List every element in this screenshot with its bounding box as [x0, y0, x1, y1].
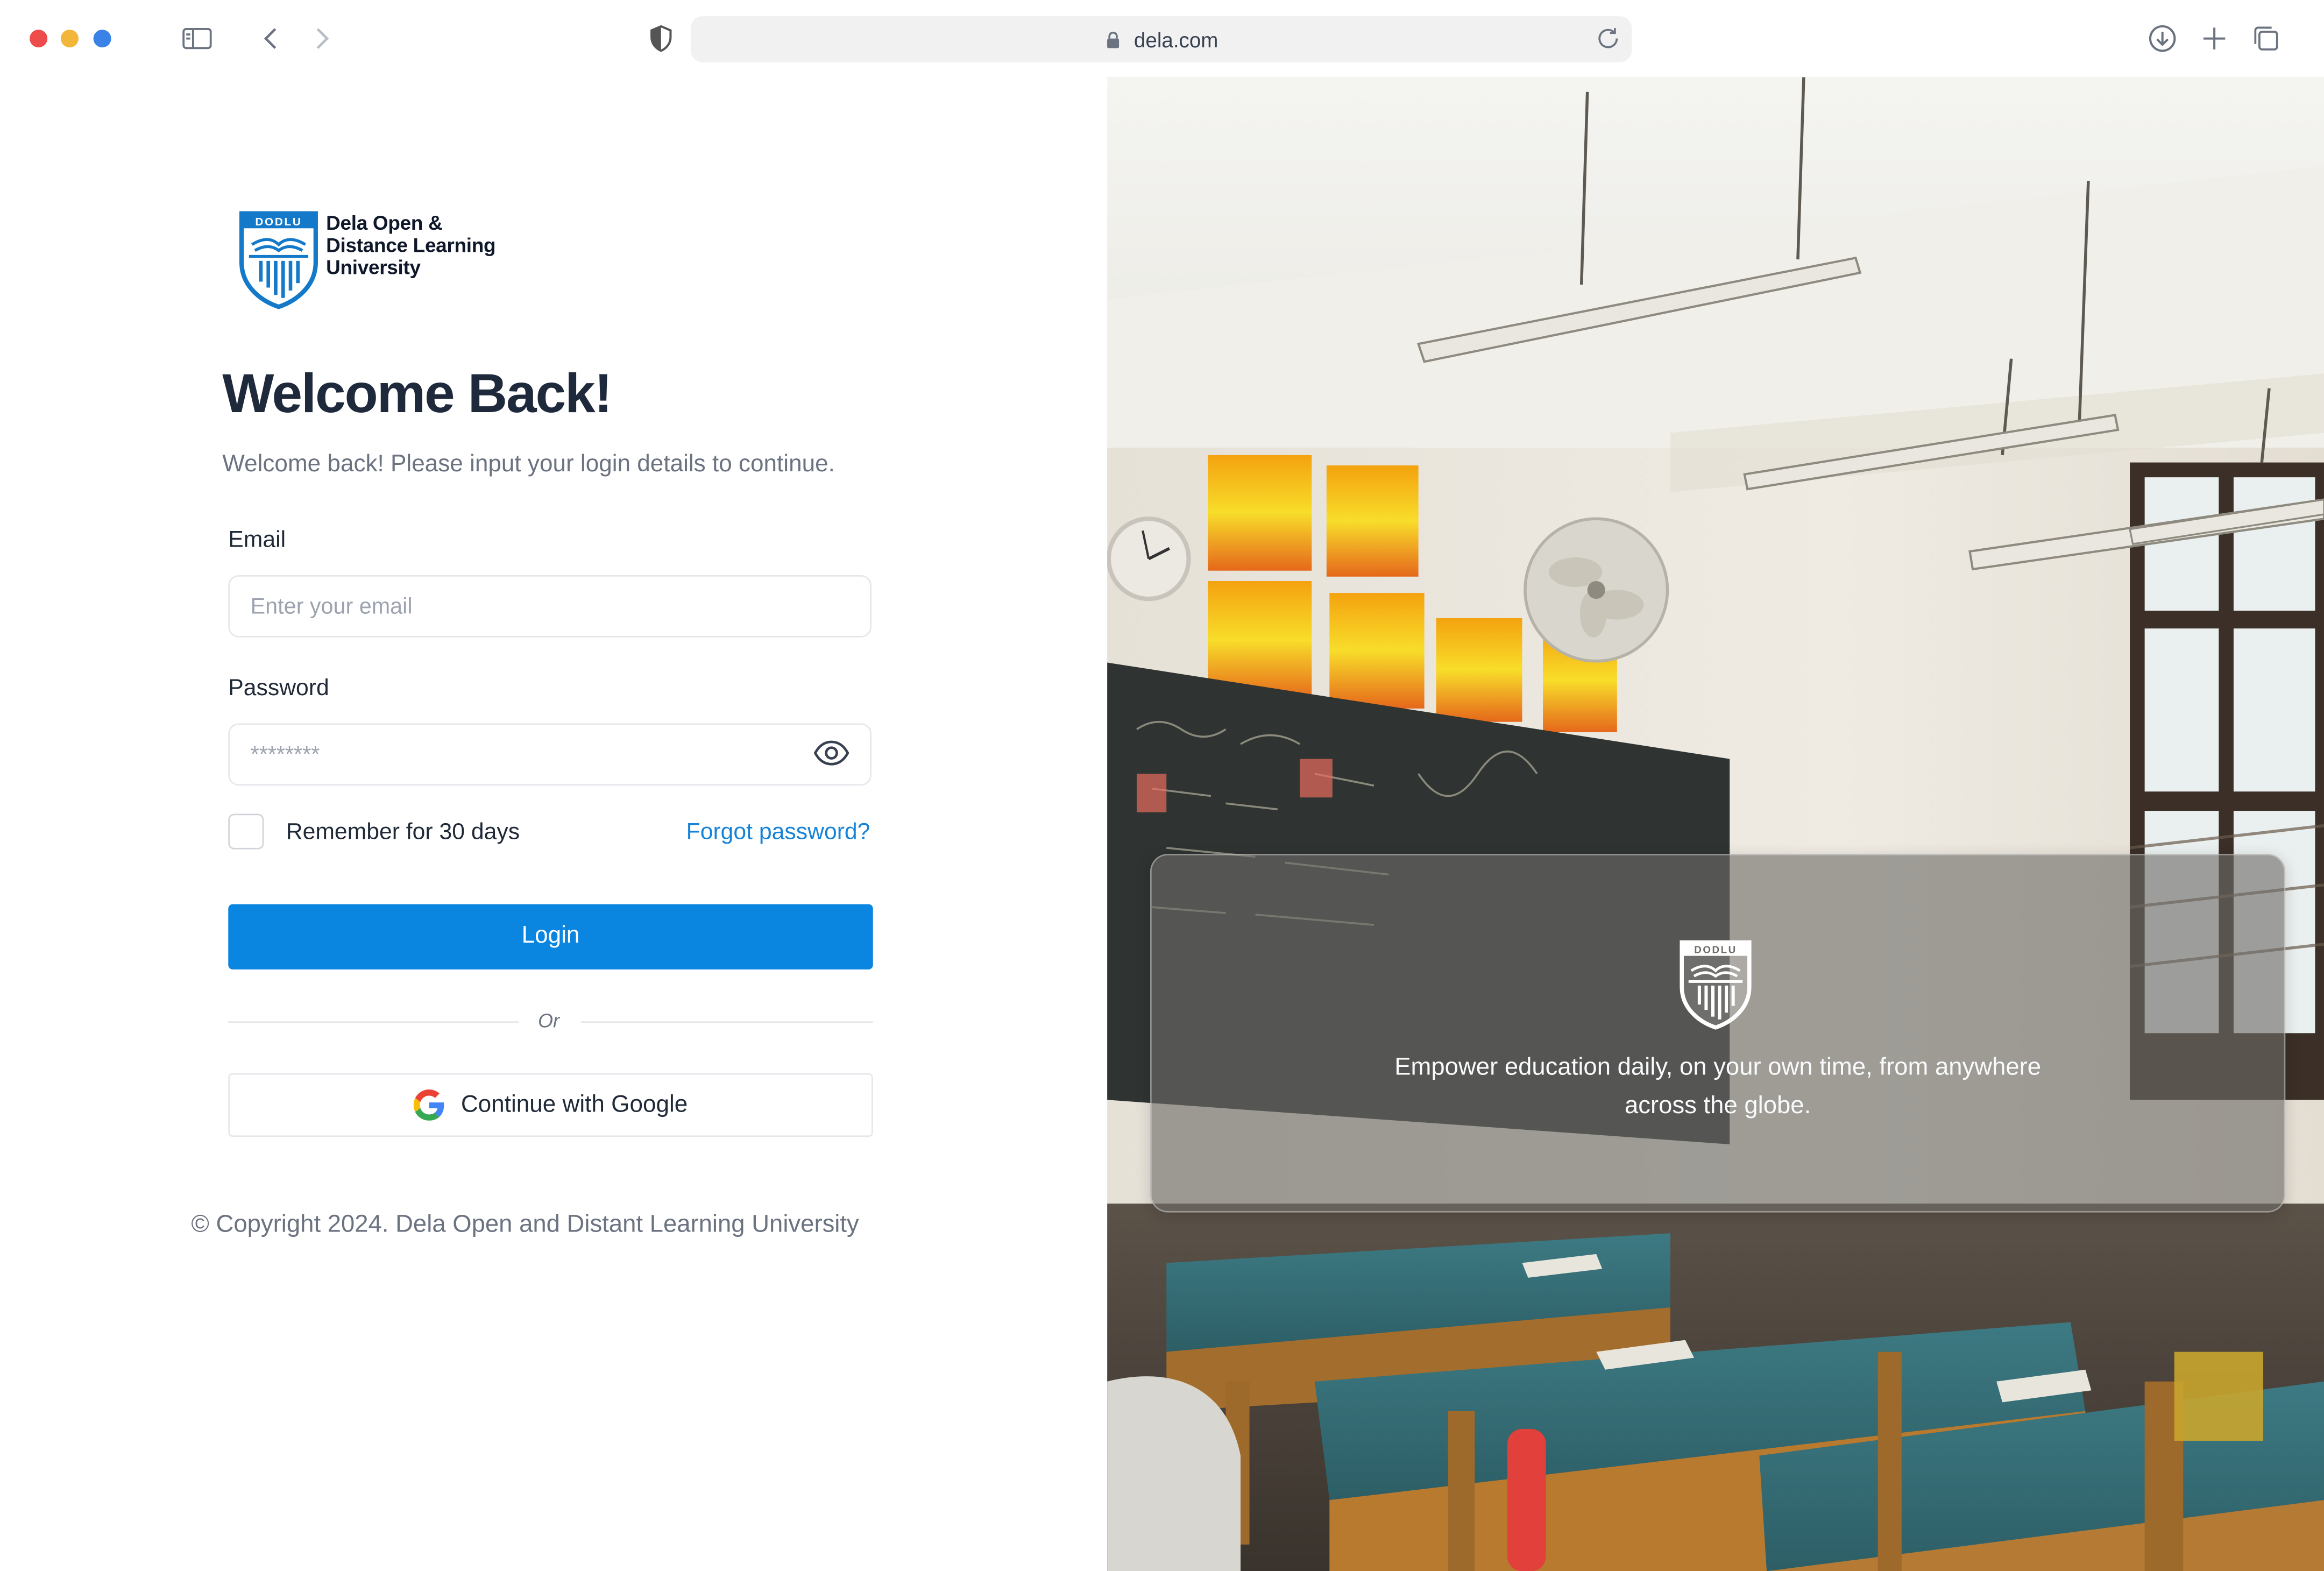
url-text: dela.com: [1133, 27, 1218, 52]
tab-overview-icon[interactable]: [2248, 21, 2284, 56]
password-label: Password: [228, 676, 329, 702]
google-button-label: Continue with Google: [460, 1092, 688, 1117]
page: dela.com DODLU Dela Open & Distance Lear…: [0, 0, 2324, 1571]
email-label: Email: [228, 527, 286, 553]
browser-toolbar: dela.com: [0, 0, 2324, 79]
password-input[interactable]: [228, 723, 872, 786]
new-tab-icon[interactable]: [2197, 21, 2232, 56]
tagline-card: DODLU Empower education daily, on your o…: [1150, 853, 2286, 1213]
dodlu-shield-icon: DODLU: [239, 211, 318, 309]
show-password-icon[interactable]: [812, 738, 851, 768]
page-title: Welcome Back!: [222, 363, 612, 424]
forgot-password-link[interactable]: Forgot password?: [686, 820, 870, 847]
close-window-button[interactable]: [30, 30, 48, 48]
back-icon[interactable]: [253, 21, 289, 56]
login-button[interactable]: Login: [228, 904, 873, 970]
divider-text: Or: [538, 1009, 559, 1032]
login-panel: DODLU Dela Open & Distance Learning Univ…: [0, 77, 1108, 1571]
reload-icon[interactable]: [1593, 24, 1623, 53]
google-signin-button[interactable]: Continue with Google: [228, 1073, 873, 1137]
zoom-window-button[interactable]: [93, 30, 111, 48]
google-icon: [413, 1089, 444, 1121]
divider-line-right: [580, 1021, 873, 1023]
shield-label: DODLU: [255, 216, 302, 228]
university-logo[interactable]: DODLU Dela Open & Distance Learning Univ…: [237, 209, 534, 309]
remember-checkbox[interactable]: [228, 813, 264, 850]
minimize-window-button[interactable]: [60, 30, 79, 48]
copyright-text: © Copyright 2024. Dela Open and Distant …: [191, 1211, 859, 1238]
dodlu-shield-icon: DODLU: [1680, 940, 1752, 1030]
address-bar[interactable]: dela.com: [690, 16, 1632, 62]
page-subtitle: Welcome back! Please input your login de…: [222, 452, 835, 478]
university-name-line: University: [326, 257, 421, 280]
forward-icon[interactable]: [304, 21, 339, 56]
university-name: Dela Open & Distance Learning University: [326, 212, 534, 280]
privacy-shield-icon[interactable]: [643, 21, 679, 56]
sidebar-toggle-icon[interactable]: [179, 21, 215, 56]
downloads-icon[interactable]: [2145, 21, 2180, 56]
university-name-line: Dela Open &: [326, 211, 443, 235]
hero-panel: DODLU Empower education daily, on your o…: [1107, 77, 2324, 1571]
shield-label: DODLU: [1694, 944, 1737, 956]
email-input[interactable]: [228, 575, 872, 638]
remember-label: Remember for 30 days: [286, 819, 520, 845]
lock-icon: [1107, 31, 1120, 48]
hero-tagline: Empower education daily, on your own tim…: [1394, 1053, 2042, 1120]
divider-line-left: [228, 1021, 519, 1023]
university-name-line: Distance Learning: [326, 234, 496, 257]
classroom-photo: [1107, 77, 2324, 1571]
